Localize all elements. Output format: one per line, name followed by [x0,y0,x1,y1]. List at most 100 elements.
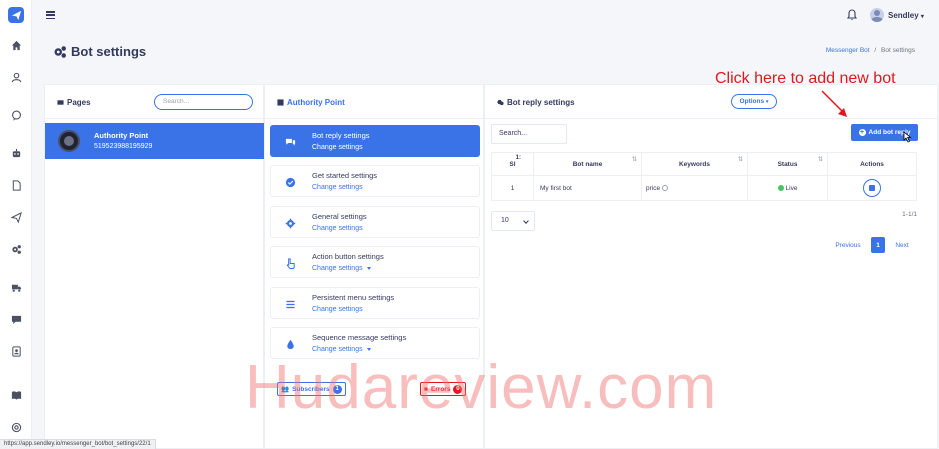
truck-icon[interactable] [9,280,23,294]
bot-reply-title-text: Bot reply settings [507,98,575,107]
menu-item-link-text: Change settings [312,346,363,353]
table-row[interactable]: 1 My first bot price Live [491,175,917,201]
page-id: 519523988195929 [94,143,153,150]
gears-icon[interactable] [9,242,23,256]
newspaper-icon [57,100,64,105]
column-header-keywords[interactable]: Keywords ⇅ [641,152,748,176]
sort-icon: ⇅ [737,157,743,163]
hand-pointer-icon [283,256,297,270]
sort-icon: ⇅ [817,157,823,163]
bot-reply-table: Sl 1: Bot name ⇅ Keywords ⇅ Status ⇅ Actions… [491,152,917,201]
pagination-next[interactable]: Next [891,237,913,253]
column-header-label: Status [777,160,798,168]
document-icon[interactable] [9,178,23,192]
annotation-arrow-icon [821,90,847,117]
subscribers-count-badge: 1 [332,384,342,394]
mouse-cursor-icon [903,131,912,143]
pages-search-input[interactable]: Search... [154,94,253,110]
keyword-text: price [646,184,661,192]
username-label: Sendley [888,11,919,20]
facebook-icon [277,99,284,106]
pagination-page-1[interactable]: 1 [871,237,885,253]
send-icon[interactable] [9,210,23,224]
page-title: Bot settings [53,44,146,59]
column-header-sl[interactable]: Sl 1: [491,152,534,176]
page-list-item[interactable]: Authority Point 519523988195929 [45,123,265,159]
menu-item-title: Get started settings [312,171,378,180]
top-navbar: Sendley ▾ [32,0,939,32]
user-icon[interactable] [9,70,23,84]
menu-item-link[interactable]: Change settings [312,225,363,232]
bot-search-input[interactable]: Search... [491,124,567,144]
caret-down-icon [366,347,371,351]
contact-icon[interactable] [9,344,23,358]
menu-toggle-icon[interactable] [46,11,55,19]
menu-item-link[interactable]: Change settings [312,346,371,353]
sort-icon: 1: [515,155,521,161]
menu-general-settings[interactable]: General settings Change settings [270,206,480,238]
menu-item-title: Sequence message settings [312,333,407,342]
sidebar [0,0,32,449]
cell-bot-name: My first bot [533,175,642,201]
subscribers-label: Subscribers [292,385,330,393]
support-icon[interactable] [9,420,23,434]
cell-status: Live [747,175,828,201]
check-circle-icon [283,175,297,189]
app-logo[interactable] [8,7,24,23]
avatar[interactable] [870,8,884,22]
breadcrumb-current: Bot settings [881,47,915,54]
column-header-label: Actions [860,160,884,168]
page-avatar [58,130,80,152]
briefcase-icon[interactable] [863,179,881,197]
settings-panel-header: Authority Point [265,85,483,119]
subscribers-button[interactable]: 👥 Subscribers 1 [277,382,346,396]
menu-item-link[interactable]: Change settings [312,184,363,191]
bell-icon[interactable] [846,9,858,21]
menu-item-link[interactable]: Change settings [312,265,371,272]
chat-bubbles-icon [283,135,297,149]
menu-item-title: Bot reply settings [312,131,370,140]
status-badge: Live [785,184,798,192]
column-header-label: Keywords [678,160,711,168]
per-page-select[interactable]: 10 [491,211,535,231]
info-icon[interactable] [662,184,669,191]
settings-panel: Authority Point Bot reply settings Chang… [264,84,484,449]
breadcrumb: Messenger Bot / Bot settings [826,47,915,54]
bug-icon: ■ [424,385,428,393]
breadcrumb-separator: / [874,47,877,54]
chat-icon[interactable] [9,108,23,122]
menu-action-button-settings[interactable]: Action button settings Change settings [270,246,480,278]
column-header-label: Bot name [572,160,603,168]
check-circle-icon [777,184,784,191]
table-header-row: Sl 1: Bot name ⇅ Keywords ⇅ Status ⇅ Actions [491,152,917,176]
menu-persistent-menu-settings[interactable]: Persistent menu settings Change settings [270,287,480,319]
user-menu[interactable]: Sendley ▾ [888,11,924,20]
menu-item-title: General settings [312,212,367,221]
menu-item-link[interactable]: Change settings [312,144,363,151]
bot-reply-panel: Bot reply settings Options ▾ Search... +… [484,84,938,449]
drop-icon [283,337,297,351]
menu-item-link-text: Change settings [312,265,363,272]
home-icon[interactable] [9,38,23,52]
pagination-info: 1-1/1 [902,211,917,218]
errors-button[interactable]: ■ Errors 0 [420,382,467,396]
settings-title-text: Authority Point [287,98,345,107]
gear-icon [283,216,297,230]
book-icon[interactable] [9,388,23,402]
cell-actions [827,175,917,201]
pagination-previous[interactable]: Previous [823,237,873,253]
column-header-bot-name[interactable]: Bot name ⇅ [533,152,642,176]
robot-icon[interactable] [9,146,23,160]
menu-sequence-message-settings[interactable]: Sequence message settings Change setting… [270,327,480,359]
options-dropdown-button[interactable]: Options ▾ [731,94,777,109]
bot-reply-panel-title: Bot reply settings [497,98,575,107]
breadcrumb-link-messenger-bot[interactable]: Messenger Bot [826,47,870,54]
menu-get-started-settings[interactable]: Get started settings Change settings [270,165,480,197]
menu-bot-reply-settings[interactable]: Bot reply settings Change settings [270,125,480,157]
column-header-label: Sl [509,160,516,168]
comment-icon[interactable] [9,312,23,326]
column-header-status[interactable]: Status ⇅ [747,152,828,176]
annotation-text: Click here to add new bot [715,70,896,87]
options-label: Options [739,98,765,105]
menu-item-link[interactable]: Change settings [312,306,363,313]
